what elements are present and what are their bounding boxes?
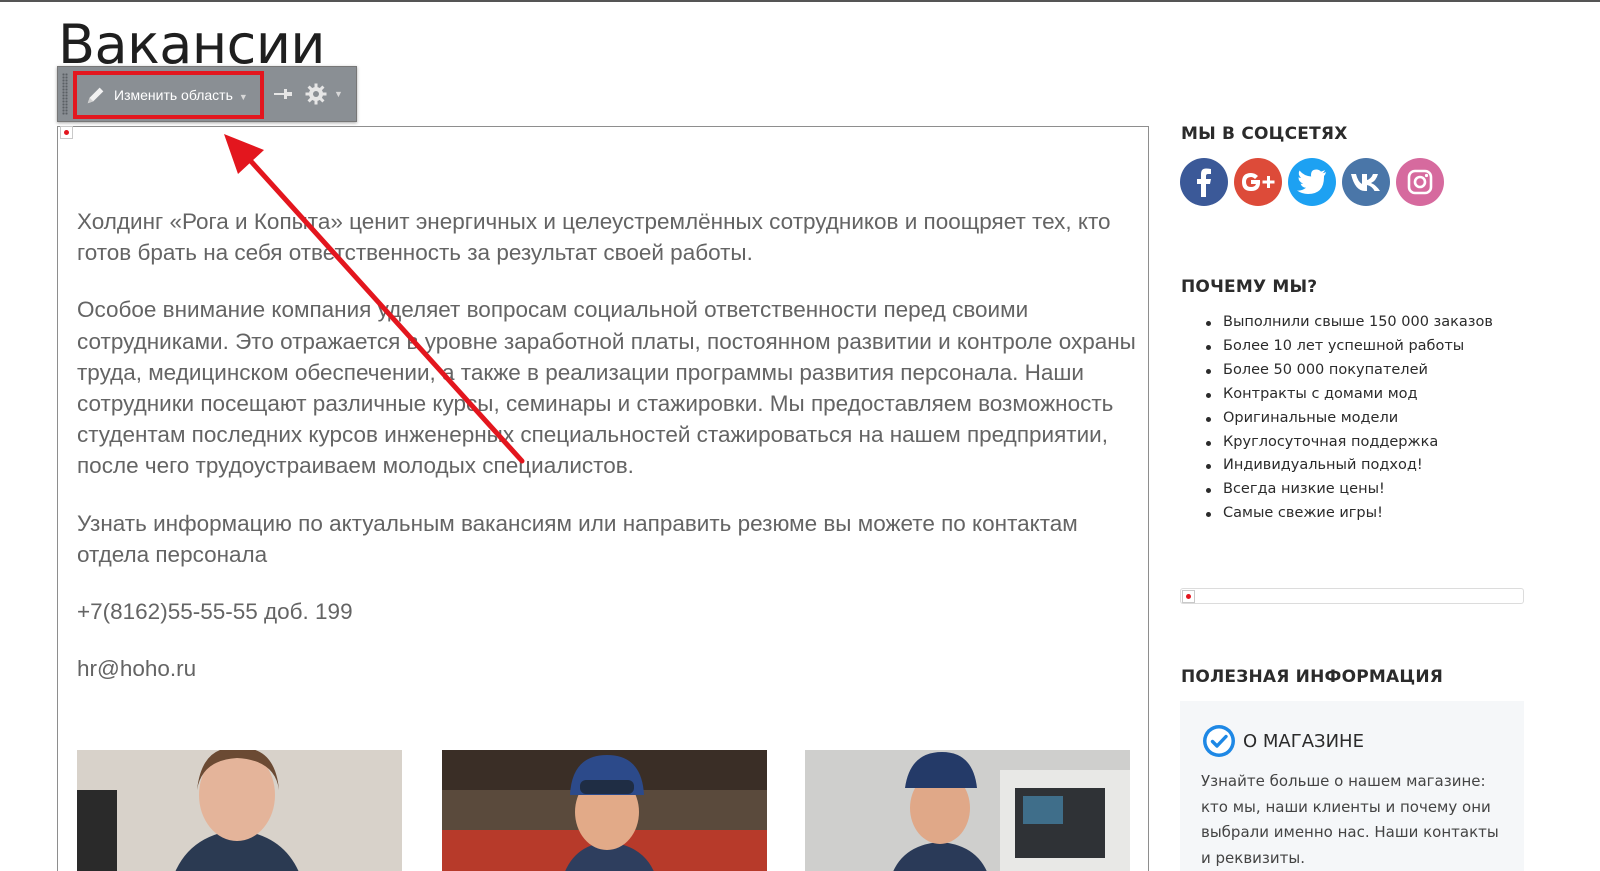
social-heading: МЫ В СОЦСЕТЯХ xyxy=(1181,124,1348,144)
pencil-icon xyxy=(87,87,104,104)
twitter-icon[interactable] xyxy=(1288,158,1336,206)
photo-worker-woman xyxy=(77,750,402,871)
chevron-down-icon: ▼ xyxy=(238,91,248,102)
about-shop-title: О МАГАЗИНЕ xyxy=(1243,730,1364,752)
pin-icon[interactable] xyxy=(272,83,294,105)
useful-info-heading: ПОЛЕЗНАЯ ИНФОРМАЦИЯ xyxy=(1181,667,1444,687)
list-item: Оригинальные модели xyxy=(1205,407,1493,431)
sidebar-banner-area[interactable] xyxy=(1180,588,1524,604)
area-marker-icon[interactable] xyxy=(60,126,73,139)
about-shop-card[interactable]: О МАГАЗИНЕ Узнайте больше о нашем магази… xyxy=(1180,701,1524,871)
why-us-heading: ПОЧЕМУ МЫ? xyxy=(1181,277,1318,297)
why-us-list: Выполнили свыше 150 000 заказов Более 10… xyxy=(1205,311,1493,526)
list-item: Более 10 лет успешной работы xyxy=(1205,335,1493,359)
list-item: Всегда низкие цены! xyxy=(1205,478,1493,502)
settings-button[interactable]: ▼ xyxy=(304,81,350,107)
photo-gallery xyxy=(77,750,1137,871)
phone-number: +7(8162)55-55-55 доб. 199 xyxy=(77,599,353,625)
edit-toolbar: Изменить область ▼ ▼ xyxy=(57,66,357,122)
edit-area-button[interactable]: Изменить область ▼ xyxy=(73,71,264,119)
instagram-icon[interactable] xyxy=(1396,158,1444,206)
list-item: Более 50 000 покупателей xyxy=(1205,359,1493,383)
google-plus-icon[interactable] xyxy=(1234,158,1282,206)
list-item: Выполнили свыше 150 000 заказов xyxy=(1205,311,1493,335)
paragraph-contacts: Узнать информацию по актуальным вакансия… xyxy=(77,510,1078,567)
edit-area-label: Изменить область xyxy=(114,87,233,103)
chevron-down-icon: ▼ xyxy=(334,89,343,99)
paragraph-social: Особое внимание компания уделяет вопроса… xyxy=(77,297,1136,479)
vk-icon[interactable] xyxy=(1342,158,1390,206)
list-item: Самые свежие игры! xyxy=(1205,502,1493,526)
photo-worker-helmet xyxy=(442,750,767,871)
facebook-icon[interactable] xyxy=(1180,158,1228,206)
list-item: Индивидуальный подход! xyxy=(1205,454,1493,478)
list-item: Контракты с домами мод xyxy=(1205,383,1493,407)
about-shop-text: Узнайте больше о нашем магазине: кто мы,… xyxy=(1201,772,1499,867)
social-links xyxy=(1180,158,1444,206)
email-address: hr@hoho.ru xyxy=(77,656,197,682)
drag-handle[interactable] xyxy=(62,73,68,115)
content-text: Холдинг «Рога и Копыта» ценит энергичных… xyxy=(77,206,1137,710)
paragraph-intro: Холдинг «Рога и Копыта» ценит энергичных… xyxy=(77,209,1111,266)
gear-icon xyxy=(305,83,327,105)
photo-worker-cnc xyxy=(805,750,1130,871)
checkmark-badge-icon xyxy=(1203,725,1235,757)
list-item: Круглосуточная поддержка xyxy=(1205,431,1493,455)
top-border xyxy=(0,0,1600,2)
area-marker-icon[interactable] xyxy=(1182,590,1195,603)
